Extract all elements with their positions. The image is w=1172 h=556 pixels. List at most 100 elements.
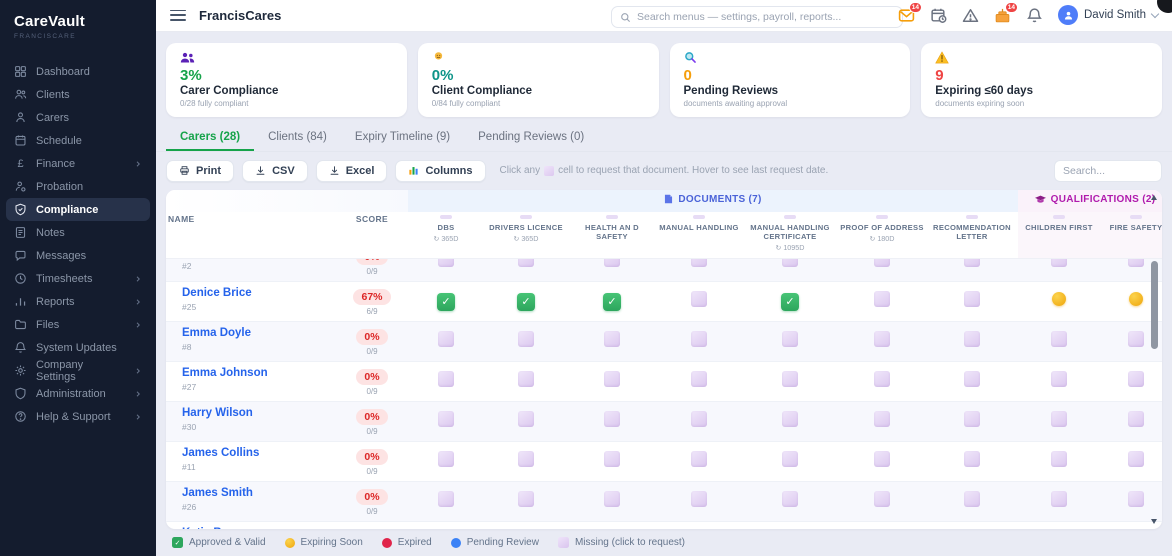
compliance-cell[interactable] xyxy=(964,450,980,467)
column-request-dash[interactable] xyxy=(520,214,532,219)
compliance-cell[interactable] xyxy=(782,490,798,507)
compliance-cell[interactable] xyxy=(782,259,798,267)
carer-name-link[interactable]: Emma Doyle xyxy=(182,327,336,339)
compliance-cell[interactable] xyxy=(691,450,707,467)
column-request-dash[interactable] xyxy=(693,214,705,219)
compliance-cell[interactable] xyxy=(964,490,980,507)
column-header-manual-handling[interactable]: MANUAL HANDLING xyxy=(656,211,742,259)
compliance-cell[interactable] xyxy=(518,450,534,467)
compliance-cell[interactable] xyxy=(1128,450,1144,467)
sidebar-item-files[interactable]: Files xyxy=(6,313,150,336)
sidebar-item-dashboard[interactable]: Dashboard xyxy=(6,60,150,83)
tab-pending-reviews[interactable]: Pending Reviews (0) xyxy=(464,124,598,151)
compliance-cell[interactable] xyxy=(604,410,620,427)
compliance-cell[interactable] xyxy=(438,450,454,467)
carer-name-link[interactable]: Denice Brice xyxy=(182,287,336,299)
sidebar-item-timesheets[interactable]: Timesheets xyxy=(6,267,150,290)
compliance-cell[interactable] xyxy=(1052,291,1066,306)
birthdays-icon[interactable]: 14 xyxy=(994,1,1018,24)
scrollbar-thumb[interactable] xyxy=(1151,260,1158,349)
carer-name-link[interactable]: Emma Johnson xyxy=(182,367,336,379)
column-request-dash[interactable] xyxy=(440,214,452,219)
sidebar-item-company-settings[interactable]: Company Settings xyxy=(6,359,150,383)
compliance-cell[interactable] xyxy=(964,410,980,427)
column-header-manual-handling-certificate[interactable]: MANUAL HANDLING CERTIFICATE1095D xyxy=(742,211,838,259)
sidebar-item-probation[interactable]: Probation xyxy=(6,175,150,198)
compliance-cell[interactable] xyxy=(874,450,890,467)
excel-export-button[interactable]: Excel xyxy=(315,159,388,182)
warning-icon[interactable] xyxy=(962,7,979,24)
sidebar-item-compliance[interactable]: Compliance xyxy=(6,198,150,221)
compliance-cell[interactable] xyxy=(874,490,890,507)
compliance-cell[interactable] xyxy=(1129,291,1143,306)
sidebar-item-administration[interactable]: Administration xyxy=(6,382,150,405)
compliance-cell[interactable] xyxy=(1128,490,1144,507)
compliance-cell[interactable] xyxy=(964,259,980,267)
column-request-dash[interactable] xyxy=(784,214,796,219)
hamburger-menu-icon[interactable] xyxy=(170,7,186,24)
global-search[interactable] xyxy=(611,6,903,28)
compliance-cell[interactable] xyxy=(691,290,707,307)
carer-name-link[interactable]: James Smith xyxy=(182,487,336,499)
compliance-cell[interactable] xyxy=(604,450,620,467)
column-request-dash[interactable] xyxy=(1053,214,1065,219)
column-request-dash[interactable] xyxy=(606,214,618,219)
compliance-cell[interactable] xyxy=(518,490,534,507)
compliance-cell[interactable] xyxy=(518,370,534,387)
sidebar-item-reports[interactable]: Reports xyxy=(6,290,150,313)
compliance-cell[interactable] xyxy=(964,370,980,387)
table-search-input[interactable] xyxy=(1063,160,1153,181)
column-header-name[interactable]: NAME xyxy=(166,211,336,259)
compliance-cell[interactable] xyxy=(782,330,798,347)
table-scrollbar[interactable] xyxy=(1150,193,1159,526)
column-request-dash[interactable] xyxy=(876,214,888,219)
column-request-dash[interactable] xyxy=(1130,214,1142,219)
compliance-cell[interactable] xyxy=(1051,370,1067,387)
compliance-cell[interactable] xyxy=(1051,410,1067,427)
sidebar-item-notes[interactable]: Notes xyxy=(6,221,150,244)
compliance-cell[interactable] xyxy=(438,259,454,267)
compliance-cell[interactable] xyxy=(964,290,980,307)
global-search-input[interactable] xyxy=(637,11,894,23)
compliance-cell[interactable] xyxy=(964,330,980,347)
tab-carers[interactable]: Carers (28) xyxy=(166,124,255,151)
compliance-cell[interactable] xyxy=(438,490,454,507)
compliance-cell[interactable] xyxy=(518,259,534,267)
compliance-cell[interactable] xyxy=(1051,259,1067,267)
compliance-cell[interactable] xyxy=(438,330,454,347)
compliance-cell[interactable] xyxy=(518,330,534,347)
compliance-cell[interactable] xyxy=(437,292,455,311)
corner-widget[interactable] xyxy=(1157,0,1172,13)
compliance-cell[interactable] xyxy=(1128,259,1144,267)
carer-name-link[interactable]: Harry Wilson xyxy=(182,407,336,419)
compliance-cell[interactable] xyxy=(1051,330,1067,347)
compliance-cell[interactable] xyxy=(874,410,890,427)
compliance-cell[interactable] xyxy=(874,330,890,347)
sidebar-item-finance[interactable]: £ Finance xyxy=(6,152,150,175)
column-header-recommendation-letter[interactable]: RECOMMENDATION LETTER xyxy=(926,211,1018,259)
compliance-cell[interactable] xyxy=(782,450,798,467)
sidebar-item-help-support[interactable]: Help & Support xyxy=(6,405,150,428)
compliance-cell[interactable] xyxy=(1051,490,1067,507)
compliance-cell[interactable] xyxy=(438,370,454,387)
notifications-bell-icon[interactable] xyxy=(1026,7,1043,24)
compliance-cell[interactable] xyxy=(782,410,798,427)
column-request-dash[interactable] xyxy=(966,214,978,219)
compliance-cell[interactable] xyxy=(438,410,454,427)
sidebar-item-carers[interactable]: Carers xyxy=(6,106,150,129)
compliance-cell[interactable] xyxy=(518,410,534,427)
sidebar-item-clients[interactable]: Clients xyxy=(6,83,150,106)
carer-name-link[interactable]: Katie Byrne xyxy=(182,527,336,529)
scroll-down-arrow[interactable] xyxy=(1151,519,1157,524)
compliance-cell[interactable] xyxy=(874,370,890,387)
compliance-cell[interactable] xyxy=(691,370,707,387)
csv-export-button[interactable]: CSV xyxy=(242,159,308,182)
column-header-children-first[interactable]: CHILDREN FIRST xyxy=(1018,211,1100,259)
tab-clients[interactable]: Clients (84) xyxy=(254,124,341,151)
compliance-cell[interactable] xyxy=(874,290,890,307)
compliance-cell[interactable] xyxy=(1128,330,1144,347)
column-header-proof-of-address[interactable]: PROOF OF ADDRESS180D xyxy=(838,211,926,259)
scroll-up-arrow[interactable] xyxy=(1151,194,1157,200)
compliance-cell[interactable] xyxy=(691,330,707,347)
sidebar-item-system-updates[interactable]: System Updates xyxy=(6,336,150,359)
